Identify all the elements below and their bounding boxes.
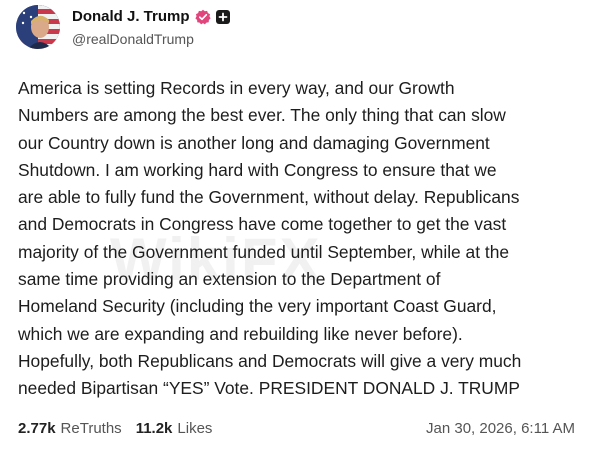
post-footer: 2.77k ReTruths 11.2k Likes Jan 30, 2026,… xyxy=(18,420,575,437)
plus-badge-icon xyxy=(215,9,230,24)
retruths-value: 2.77k xyxy=(18,420,56,437)
author-name-row: Donald J. Trump xyxy=(72,8,230,25)
likes-value: 11.2k xyxy=(135,420,173,437)
avatar-image xyxy=(16,5,60,49)
display-name[interactable]: Donald J. Trump xyxy=(72,8,190,25)
verified-badge-icon xyxy=(194,9,211,25)
avatar[interactable] xyxy=(16,5,60,49)
author-handle[interactable]: @realDonaldTrump xyxy=(72,31,194,47)
retruths-label: ReTruths xyxy=(60,420,122,437)
likes-label: Likes xyxy=(177,420,213,437)
retruths-count[interactable]: 2.77k ReTruths xyxy=(18,420,122,437)
post-body-text: America is setting Records in every way,… xyxy=(18,78,522,399)
post-timestamp[interactable]: Jan 30, 2026, 6:11 AM xyxy=(426,420,575,437)
truth-post: Donald J. Trump @realDonaldTrump WikiFX … xyxy=(0,0,591,451)
likes-count[interactable]: 11.2k Likes xyxy=(136,420,213,437)
